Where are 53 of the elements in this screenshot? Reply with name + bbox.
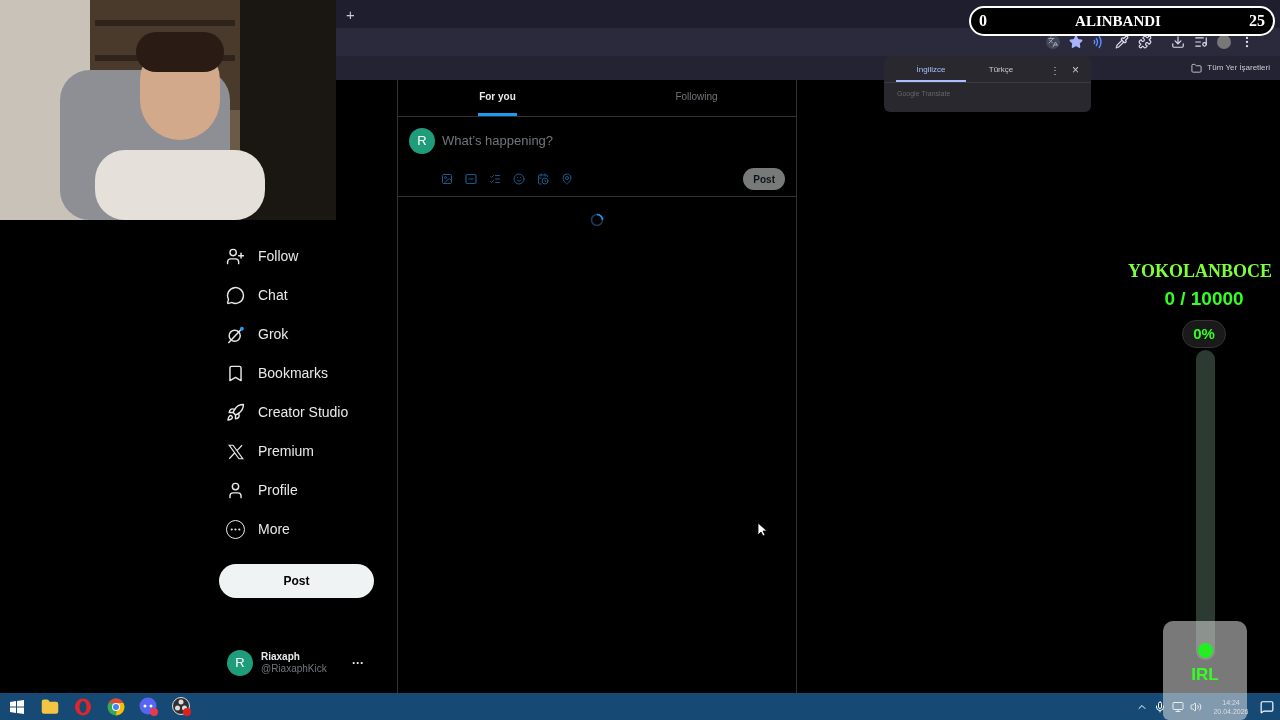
star-icon[interactable] <box>1069 35 1083 49</box>
goal-title: YOKOLANBOCE <box>1128 260 1273 283</box>
microphone-icon[interactable] <box>1154 700 1166 713</box>
mouse-cursor-icon <box>757 522 767 537</box>
glass-label: IRL <box>1191 664 1219 686</box>
sidebar-item[interactable]: Premium <box>219 432 374 471</box>
gif-icon[interactable] <box>465 173 477 185</box>
sidebar-item[interactable]: Profile <box>219 471 374 510</box>
poll-icon[interactable] <box>489 173 501 185</box>
score-title: ALINBANDI <box>1074 11 1162 31</box>
obs-icon[interactable] <box>171 696 192 717</box>
bookmarks-folder[interactable]: Tüm Yer İşaretleri <box>1207 62 1270 74</box>
post-button[interactable]: Post <box>219 564 374 598</box>
folder-icon[interactable] <box>1191 62 1203 74</box>
image-icon[interactable] <box>441 173 453 185</box>
language-tab[interactable]: İngilizce <box>896 64 966 82</box>
chat-icon <box>226 286 245 305</box>
close-button[interactable]: × <box>1072 61 1079 82</box>
chrome-icon[interactable] <box>106 697 125 716</box>
folder-icon[interactable] <box>40 697 59 716</box>
download-icon[interactable] <box>1171 35 1185 49</box>
x-logo-icon <box>226 442 245 461</box>
score-left: 0 <box>979 11 987 31</box>
rocket-icon <box>226 403 245 422</box>
slashed-circle-icon <box>226 324 245 345</box>
add-user-icon <box>226 247 245 266</box>
person-icon <box>226 481 245 500</box>
account-handle: @RiaxaphKick <box>261 663 327 676</box>
score-right: 25 <box>1249 11 1265 31</box>
sidebar-item[interactable]: More <box>219 510 374 549</box>
language-tab[interactable]: Türkçe <box>966 64 1036 82</box>
eyedropper-icon[interactable] <box>1115 35 1129 49</box>
sidebar-item[interactable]: Creator Studio <box>219 393 374 432</box>
media-list-icon[interactable] <box>1194 35 1208 49</box>
bookmark-icon <box>226 364 245 383</box>
account-name: Riaxaph <box>261 650 301 663</box>
goal-percent: 0% <box>1182 319 1226 348</box>
new-tab-button[interactable]: + <box>346 6 355 22</box>
sidebar-item[interactable]: Bookmarks <box>219 354 374 393</box>
game-controller-icon[interactable] <box>138 696 159 717</box>
notifications-icon[interactable] <box>1260 699 1274 714</box>
sidebar-item[interactable]: Follow <box>219 237 374 276</box>
feed-tab[interactable]: Following <box>674 80 719 116</box>
sidebar-item[interactable]: Chat <box>219 276 374 315</box>
user-avatar: R <box>409 128 435 154</box>
puzzle-icon[interactable] <box>1138 35 1152 49</box>
sidebar-item[interactable]: Grok <box>219 315 374 354</box>
compose-field[interactable]: What’s happening? <box>442 131 785 151</box>
menu-button[interactable]: ⋮ <box>1050 63 1060 82</box>
schedule-icon[interactable] <box>537 173 549 185</box>
account-more-button[interactable]: ··· <box>352 654 374 672</box>
feed-tab[interactable]: For you <box>478 80 517 116</box>
windows-icon[interactable] <box>9 699 24 714</box>
